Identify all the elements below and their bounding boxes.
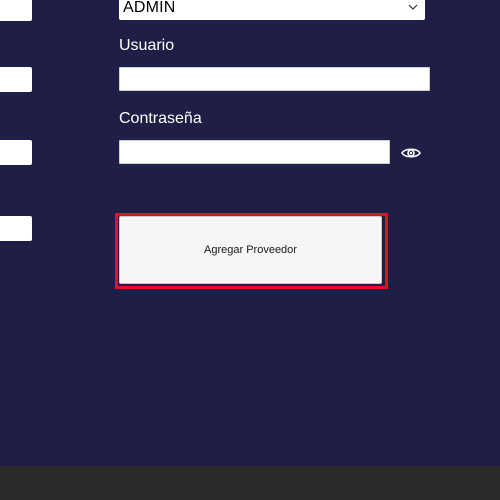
left-field-2[interactable] xyxy=(0,67,32,92)
password-label: Contraseña xyxy=(119,110,202,127)
left-field-1[interactable] xyxy=(0,0,32,21)
bottom-bar xyxy=(0,466,500,500)
user-label: Usuario xyxy=(119,37,175,54)
eye-icon[interactable] xyxy=(401,145,421,161)
left-field-4[interactable] xyxy=(0,216,32,241)
role-select[interactable]: ADMIN xyxy=(119,0,425,20)
password-input[interactable] xyxy=(119,140,390,164)
user-input[interactable] xyxy=(119,67,430,91)
form-panel: ADMIN Usuario Contraseña Agregar Proveed… xyxy=(0,0,500,466)
left-field-3[interactable] xyxy=(0,140,32,165)
add-supplier-button[interactable]: Agregar Proveedor xyxy=(119,216,382,284)
role-select-value: ADMIN xyxy=(123,0,176,16)
chevron-down-icon xyxy=(408,4,418,10)
